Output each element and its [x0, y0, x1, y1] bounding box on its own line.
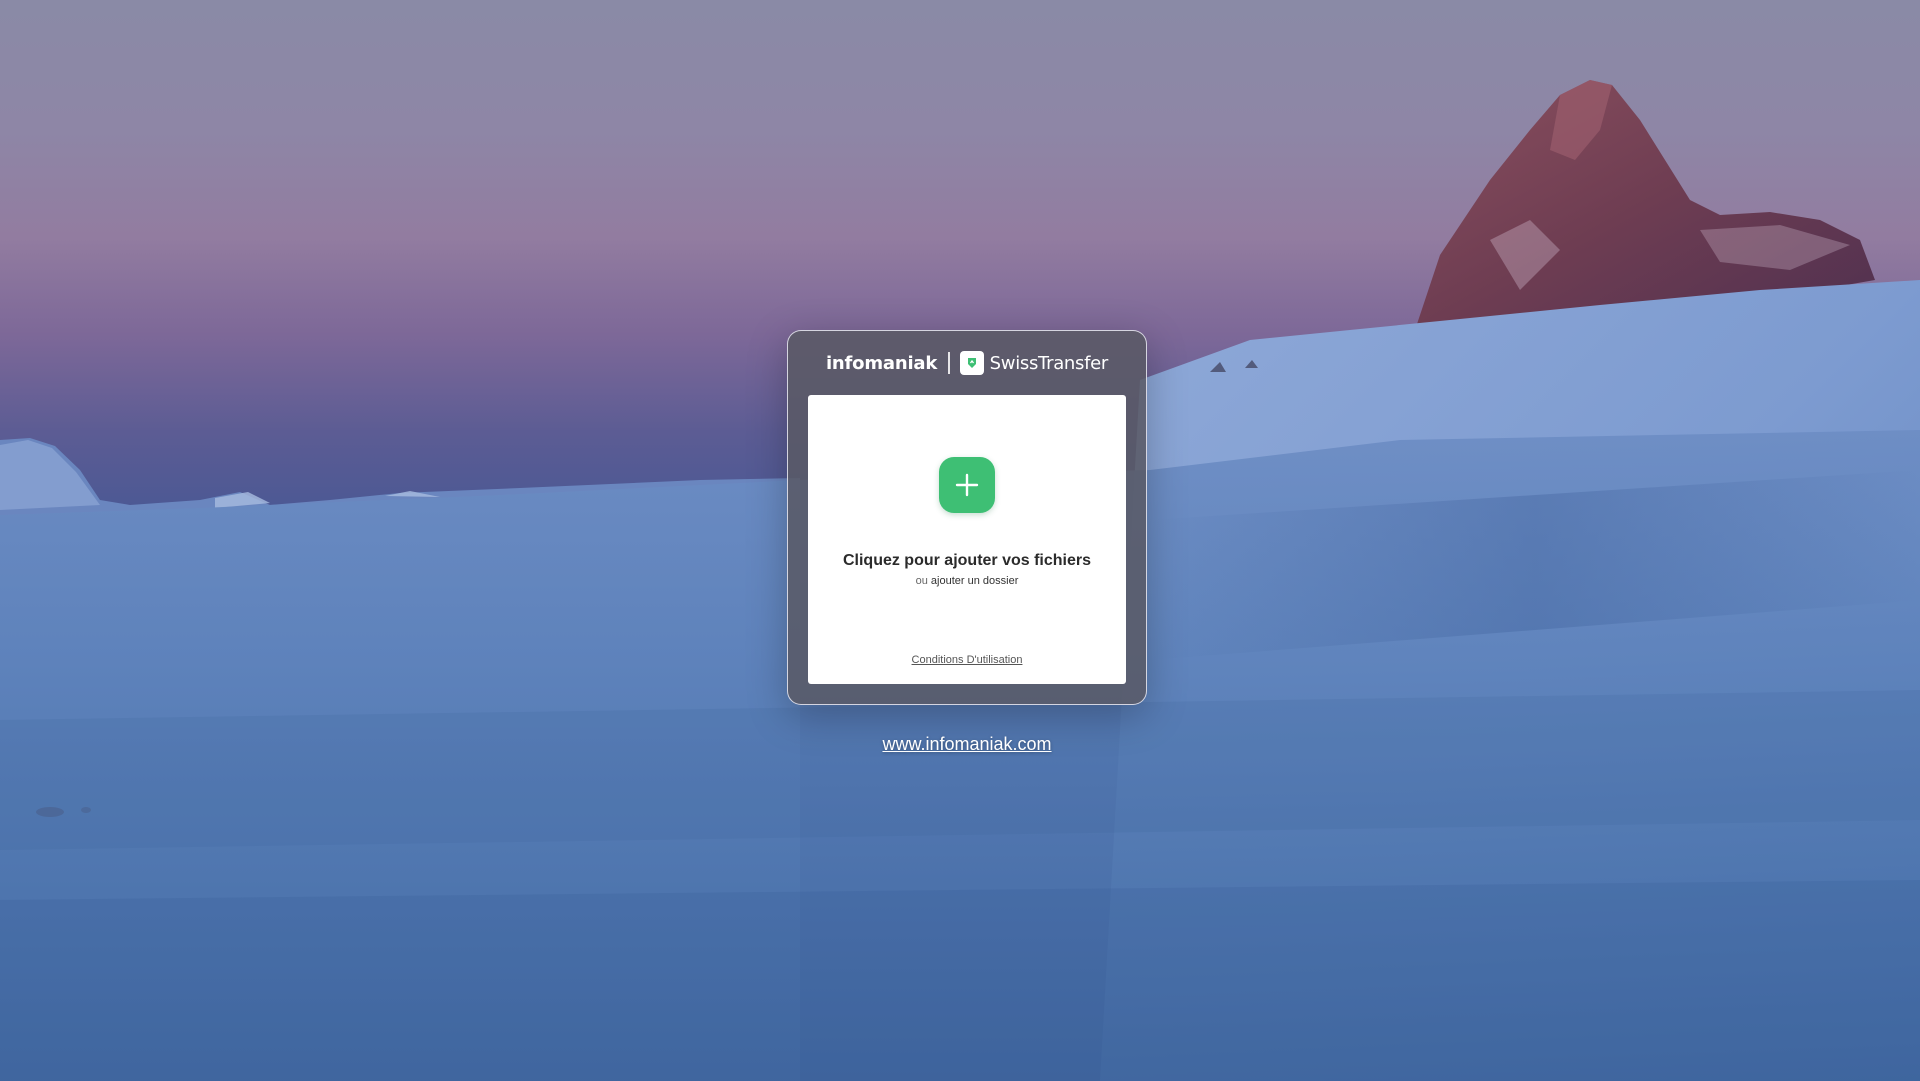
upload-panel: infomaniak SwissTransfer Cliquez pour aj… [787, 330, 1147, 705]
add-folder-link[interactable]: ajouter un dossier [931, 575, 1018, 587]
page: infomaniak SwissTransfer Cliquez pour aj… [0, 0, 1920, 1081]
swisstransfer-logo-icon [959, 351, 984, 375]
add-files-button[interactable] [939, 457, 995, 513]
terms-of-use-link[interactable]: Conditions D'utilisation [808, 654, 1126, 666]
add-files-label: Cliquez pour ajouter vos fichiers [842, 552, 1092, 569]
plus-icon [955, 473, 979, 497]
infomaniak-wordmark: infomaniak [825, 352, 938, 374]
add-folder-line: ou ajouter un dossier [808, 575, 1126, 587]
brand-header: infomaniak SwissTransfer [788, 331, 1146, 395]
swisstransfer-wordmark: SwissTransfer [989, 352, 1109, 374]
file-drop-zone[interactable]: Cliquez pour ajouter vos fichiers ou ajo… [808, 395, 1126, 684]
or-text: ou [915, 575, 928, 587]
brand-divider [948, 352, 950, 374]
infomaniak-website-link[interactable]: www.infomaniak.com [760, 734, 1174, 755]
